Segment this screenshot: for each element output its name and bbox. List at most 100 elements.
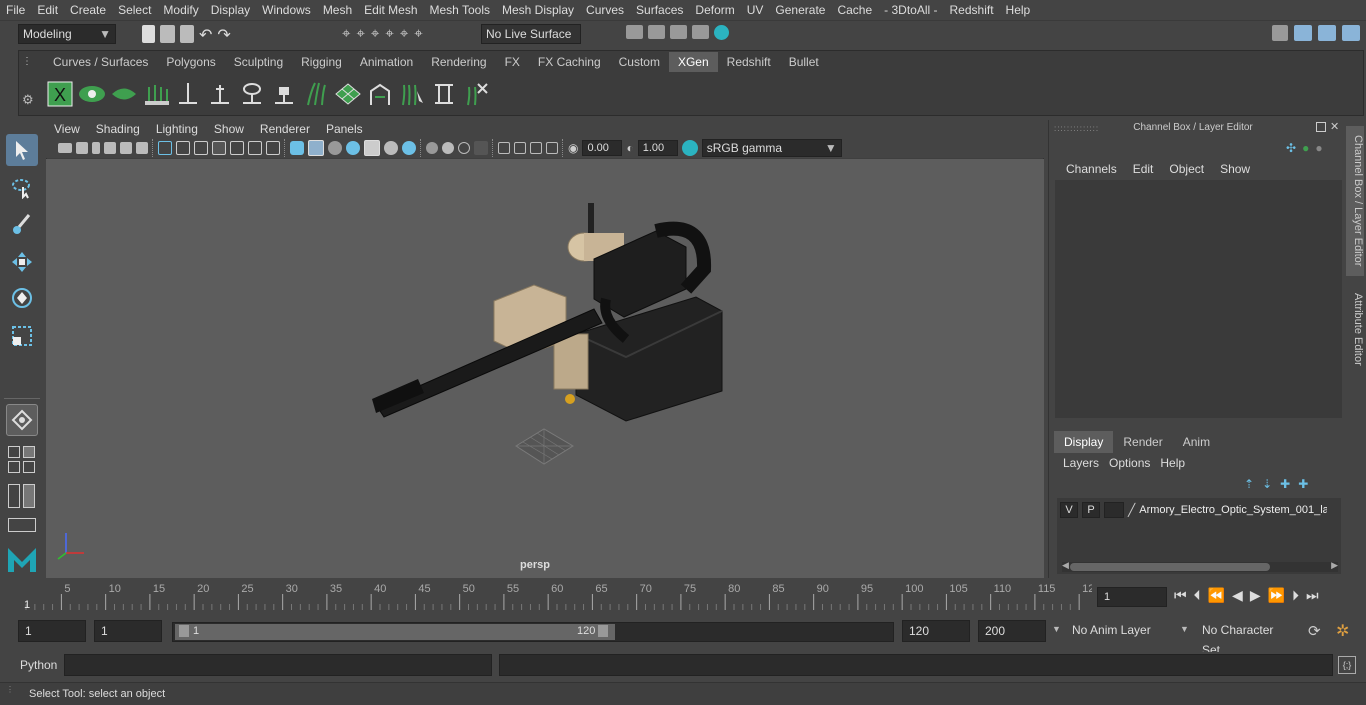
step-back-key-icon[interactable]: ⏴	[1194, 587, 1201, 604]
ipr-render-icon[interactable]	[670, 25, 687, 39]
isolate-select-icon[interactable]	[474, 141, 488, 155]
gamma-field[interactable]: 1.00	[637, 140, 678, 156]
go-to-start-icon[interactable]: ⏮	[1174, 587, 1187, 604]
playback-end-field[interactable]: 120	[902, 620, 970, 642]
xgen-guide-lock-icon[interactable]	[268, 78, 300, 110]
color-management-icon[interactable]	[681, 140, 698, 156]
layer-scrollbar[interactable]: ◀ ▶	[1062, 560, 1338, 572]
viewport-menu-show[interactable]: Show	[206, 120, 252, 138]
close-icon[interactable]: ✕	[1330, 122, 1339, 133]
step-forward-key-icon[interactable]: ⏵	[1292, 587, 1299, 604]
textured-icon[interactable]	[346, 141, 360, 155]
viewport-menu-renderer[interactable]: Renderer	[252, 120, 318, 138]
snap-view-icon[interactable]: ⌖	[385, 25, 393, 42]
render-settings-icon[interactable]	[692, 25, 709, 39]
layer-tab-display[interactable]: Display	[1054, 431, 1114, 453]
layer-menu-layers[interactable]: Layers	[1058, 455, 1104, 471]
xgen-guide-add-icon[interactable]	[140, 78, 172, 110]
layer-row[interactable]: V P ╱ Armory_Electro_Optic_System_001_la…	[1060, 501, 1340, 519]
tab-curves-surfaces[interactable]: Curves / Surfaces	[44, 52, 157, 72]
xgen-guide-place-icon[interactable]	[172, 78, 204, 110]
layer-scrollbar-thumb[interactable]	[1070, 563, 1270, 571]
command-input[interactable]	[64, 654, 492, 676]
snap-grid-icon[interactable]: ⌖	[342, 25, 350, 42]
tab-animation[interactable]: Animation	[351, 52, 422, 72]
xray-active-icon[interactable]	[530, 142, 542, 154]
backface-culling-icon[interactable]	[546, 142, 558, 154]
viewport-menu-lighting[interactable]: Lighting	[148, 120, 206, 138]
xgen-guide-visibility-icon[interactable]	[236, 78, 268, 110]
channel-box-menu-edit[interactable]: Edit	[1125, 160, 1162, 178]
move-layer-up-icon[interactable]: ⇡	[1244, 477, 1254, 491]
menu-redshift[interactable]: Redshift	[944, 3, 1000, 17]
resolution-gate-icon[interactable]	[194, 141, 208, 155]
grid-toggle-icon[interactable]	[158, 141, 172, 155]
layer-playback-toggle[interactable]: P	[1082, 502, 1100, 518]
color-space-dropdown[interactable]: sRGB gamma ▼	[701, 139, 842, 157]
layer-display-type[interactable]	[1104, 502, 1124, 518]
motion-blur-icon[interactable]	[426, 142, 438, 154]
wireframe-on-shaded-icon[interactable]	[328, 141, 342, 155]
menu-modify[interactable]: Modify	[157, 3, 204, 17]
play-forwards-icon[interactable]: ▶	[1250, 587, 1261, 604]
menu-file[interactable]: File	[0, 3, 31, 17]
xgen-delete-guides-icon[interactable]	[460, 78, 492, 110]
ambient-occlusion-icon[interactable]	[402, 141, 416, 155]
current-frame-field[interactable]: 1	[1097, 587, 1167, 607]
snap-surface-icon[interactable]: ⌖	[400, 25, 408, 42]
menu-help[interactable]: Help	[1000, 3, 1037, 17]
menu-curves[interactable]: Curves	[580, 3, 630, 17]
show-manipulator-button[interactable]	[6, 404, 38, 436]
xray-joints-icon[interactable]	[514, 142, 526, 154]
speed-icon[interactable]: ●	[1302, 141, 1309, 155]
menu-mesh-display[interactable]: Mesh Display	[496, 3, 580, 17]
render-view-icon[interactable]	[626, 25, 643, 39]
hyper-icon[interactable]: ●	[1315, 141, 1322, 155]
scale-tool-button[interactable]	[6, 320, 38, 352]
field-chart-icon[interactable]	[230, 141, 244, 155]
menu-mesh[interactable]: Mesh	[317, 3, 358, 17]
new-layer-icon[interactable]: ✚	[1280, 477, 1290, 491]
xgen-grid-icon[interactable]	[332, 78, 364, 110]
tab-xgen[interactable]: XGen	[668, 52, 718, 72]
range-slider-track[interactable]: 1 120	[172, 622, 894, 642]
manipulator-axes-icon[interactable]: ✣	[1286, 141, 1296, 155]
tab-redshift[interactable]: Redshift	[718, 52, 780, 72]
safe-action-icon[interactable]	[248, 141, 262, 155]
tab-attribute-editor[interactable]: Attribute Editor	[1346, 286, 1364, 372]
tab-rendering[interactable]: Rendering	[422, 52, 495, 72]
menu-edit[interactable]: Edit	[31, 3, 64, 17]
float-panel-icon[interactable]	[1316, 122, 1326, 132]
chevron-down-icon[interactable]: ▼	[1180, 624, 1189, 634]
xray-icon[interactable]	[498, 142, 510, 154]
viewport-menu-shading[interactable]: Shading	[88, 120, 148, 138]
animation-start-field[interactable]: 1	[18, 620, 86, 642]
tab-channel-box[interactable]: Channel Box / Layer Editor	[1346, 126, 1364, 276]
snap-point-icon[interactable]: ⌖	[371, 25, 379, 42]
step-forward-frame-icon[interactable]: ⏩	[1268, 587, 1285, 604]
menu-mesh-tools[interactable]: Mesh Tools	[424, 3, 496, 17]
character-set-dropdown[interactable]: No Character Set	[1196, 620, 1300, 657]
anim-layer-dropdown[interactable]: No Anim Layer	[1066, 620, 1176, 642]
current-time-marker[interactable]: 1	[24, 599, 30, 611]
menu-generate[interactable]: Generate	[769, 3, 831, 17]
outliner-layout-icon[interactable]	[8, 484, 20, 508]
tab-fx[interactable]: FX	[496, 52, 529, 72]
scroll-right-icon[interactable]: ▶	[1331, 560, 1338, 571]
xgen-guide-to-curves-icon[interactable]	[428, 78, 460, 110]
layer-menu-options[interactable]: Options	[1104, 455, 1155, 471]
shadows-icon[interactable]	[384, 141, 398, 155]
wireframe-icon[interactable]	[290, 141, 304, 155]
menu-display[interactable]: Display	[205, 3, 256, 17]
snap-pivot-icon[interactable]: ⌖	[414, 25, 422, 42]
tab-fx-caching[interactable]: FX Caching	[529, 52, 610, 72]
tab-sculpting[interactable]: Sculpting	[225, 52, 292, 72]
safe-title-icon[interactable]	[266, 141, 280, 155]
tab-polygons[interactable]: Polygons	[157, 52, 224, 72]
xgen-guides-comb-icon[interactable]	[300, 78, 332, 110]
tab-rigging[interactable]: Rigging	[292, 52, 351, 72]
step-back-frame-icon[interactable]: ⏪	[1208, 587, 1225, 604]
new-layer-selected-icon[interactable]: ✚	[1298, 477, 1308, 491]
lasso-tool-button[interactable]	[6, 172, 38, 204]
chevron-down-icon[interactable]: ▼	[1052, 624, 1061, 634]
